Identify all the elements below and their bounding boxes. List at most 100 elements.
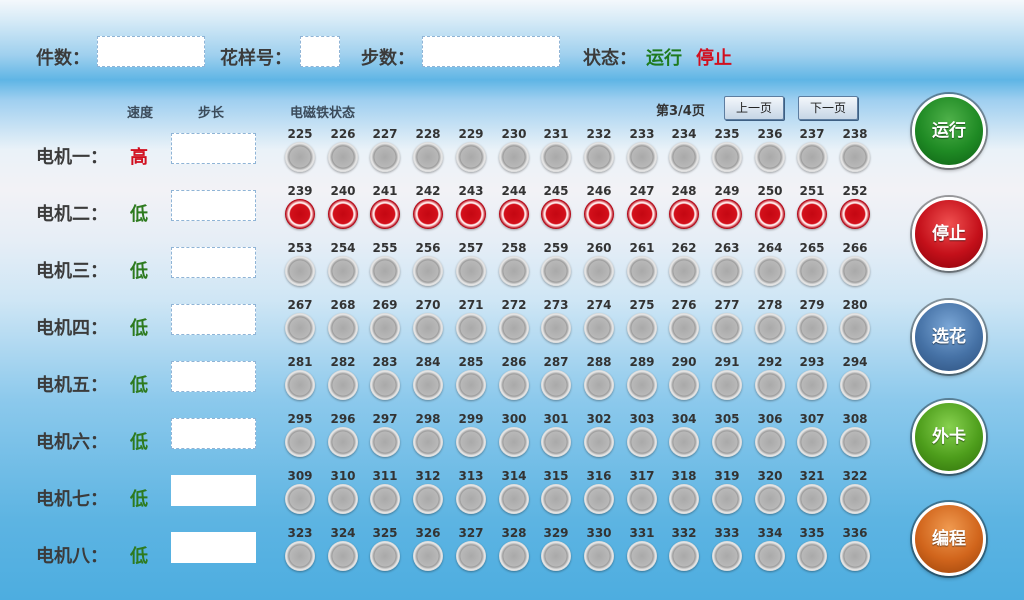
magnet-led-off-icon bbox=[499, 484, 529, 514]
motor-step-field[interactable] bbox=[171, 418, 256, 449]
magnet-led-on-icon bbox=[328, 199, 358, 229]
motor-step-field[interactable] bbox=[171, 361, 256, 392]
magnet-led-off-icon bbox=[797, 541, 827, 571]
magnet-number: 318 bbox=[671, 469, 697, 483]
motor-step-field[interactable] bbox=[171, 304, 256, 335]
magnet-number: 258 bbox=[501, 241, 527, 255]
magnet-number: 302 bbox=[586, 412, 612, 426]
magnet-cell: 307 bbox=[795, 412, 829, 462]
magnet-number: 249 bbox=[714, 184, 740, 198]
select-pattern-button[interactable]: 选花 bbox=[912, 300, 986, 374]
magnet-number: 251 bbox=[799, 184, 825, 198]
magnet-number: 307 bbox=[799, 412, 825, 426]
magnet-cell: 292 bbox=[753, 355, 787, 405]
magnet-number: 262 bbox=[671, 241, 697, 255]
magnet-number: 316 bbox=[586, 469, 612, 483]
external-card-button[interactable]: 外卡 bbox=[912, 400, 986, 474]
magnet-number: 270 bbox=[415, 298, 441, 312]
magnet-led-off-icon bbox=[840, 256, 870, 286]
magnet-led-off-icon bbox=[712, 256, 742, 286]
magnet-cell: 239 bbox=[283, 184, 317, 234]
magnet-number: 250 bbox=[757, 184, 783, 198]
magnet-cell: 303 bbox=[625, 412, 659, 462]
stop-button[interactable]: 停止 bbox=[912, 197, 986, 271]
magnet-led-off-icon bbox=[499, 313, 529, 343]
magnet-led-off-icon bbox=[328, 484, 358, 514]
magnet-number: 236 bbox=[757, 127, 783, 141]
magnet-led-on-icon bbox=[755, 199, 785, 229]
motor-step-field[interactable] bbox=[171, 133, 256, 164]
magnet-cell: 228 bbox=[411, 127, 445, 177]
magnet-led-off-icon bbox=[755, 142, 785, 172]
magnet-led-off-icon bbox=[797, 256, 827, 286]
magnet-number: 332 bbox=[671, 526, 697, 540]
magnet-led-off-icon bbox=[328, 313, 358, 343]
magnet-number: 245 bbox=[543, 184, 569, 198]
motor-speed: 低 bbox=[130, 375, 148, 396]
pattern-label: 花样号： bbox=[220, 48, 292, 69]
magnet-cell: 323 bbox=[283, 526, 317, 576]
motor-name: 电机六： bbox=[36, 432, 108, 453]
motor-step-field[interactable] bbox=[171, 475, 256, 506]
magnet-led-off-icon bbox=[413, 484, 443, 514]
magnet-led-off-icon bbox=[285, 142, 315, 172]
motor-step-field[interactable] bbox=[171, 247, 256, 278]
magnet-cell: 275 bbox=[625, 298, 659, 348]
magnet-number: 233 bbox=[629, 127, 655, 141]
magnet-cell: 278 bbox=[753, 298, 787, 348]
magnet-cell: 305 bbox=[710, 412, 744, 462]
magnet-number: 232 bbox=[586, 127, 612, 141]
magnet-cell: 265 bbox=[795, 241, 829, 291]
magnet-number: 320 bbox=[757, 469, 783, 483]
magnet-led-off-icon bbox=[499, 142, 529, 172]
magnet-led-off-icon bbox=[456, 142, 486, 172]
magnet-cell: 310 bbox=[326, 469, 360, 519]
magnet-cell: 270 bbox=[411, 298, 445, 348]
magnet-cell: 252 bbox=[838, 184, 872, 234]
program-button[interactable]: 编程 bbox=[912, 502, 986, 576]
magnet-number: 228 bbox=[415, 127, 441, 141]
magnet-led-off-icon bbox=[840, 484, 870, 514]
magnet-number: 272 bbox=[501, 298, 527, 312]
magnet-number: 243 bbox=[458, 184, 484, 198]
magnet-led-off-icon bbox=[712, 541, 742, 571]
magnet-number: 327 bbox=[458, 526, 484, 540]
magnet-led-off-icon bbox=[712, 427, 742, 457]
magnet-cell: 285 bbox=[454, 355, 488, 405]
magnet-number: 239 bbox=[287, 184, 313, 198]
steps-field[interactable] bbox=[422, 36, 560, 67]
magnet-number: 324 bbox=[330, 526, 356, 540]
next-page-button[interactable]: 下一页 bbox=[798, 96, 858, 120]
magnet-led-off-icon bbox=[456, 541, 486, 571]
magnet-led-off-icon bbox=[797, 427, 827, 457]
magnet-number: 252 bbox=[842, 184, 868, 198]
magnet-cell: 330 bbox=[582, 526, 616, 576]
magnet-cell: 251 bbox=[795, 184, 829, 234]
magnet-cell: 268 bbox=[326, 298, 360, 348]
pattern-number-field[interactable] bbox=[300, 36, 340, 67]
run-button[interactable]: 运行 bbox=[912, 94, 986, 168]
motor-row: 电机二： 低 bbox=[0, 190, 280, 230]
magnet-cell: 242 bbox=[411, 184, 445, 234]
magnet-cell: 300 bbox=[497, 412, 531, 462]
magnet-cell: 298 bbox=[411, 412, 445, 462]
magnet-cell: 314 bbox=[497, 469, 531, 519]
magnet-number: 319 bbox=[714, 469, 740, 483]
motor-speed: 高 bbox=[130, 147, 148, 168]
magnet-number: 269 bbox=[372, 298, 398, 312]
motor-step-field[interactable] bbox=[171, 532, 256, 563]
motor-step-field[interactable] bbox=[171, 190, 256, 221]
magnet-number: 278 bbox=[757, 298, 783, 312]
prev-page-button[interactable]: 上一页 bbox=[724, 96, 784, 120]
magnet-cell: 301 bbox=[539, 412, 573, 462]
magnet-number: 226 bbox=[330, 127, 356, 141]
magnet-number: 227 bbox=[372, 127, 398, 141]
magnet-led-off-icon bbox=[755, 427, 785, 457]
motor-speed: 低 bbox=[130, 318, 148, 339]
motor-row: 电机五： 低 bbox=[0, 361, 280, 401]
count-field[interactable] bbox=[97, 36, 205, 67]
magnet-led-off-icon bbox=[584, 541, 614, 571]
magnet-cell: 261 bbox=[625, 241, 659, 291]
magnet-led-off-icon bbox=[285, 313, 315, 343]
magnet-led-off-icon bbox=[840, 427, 870, 457]
